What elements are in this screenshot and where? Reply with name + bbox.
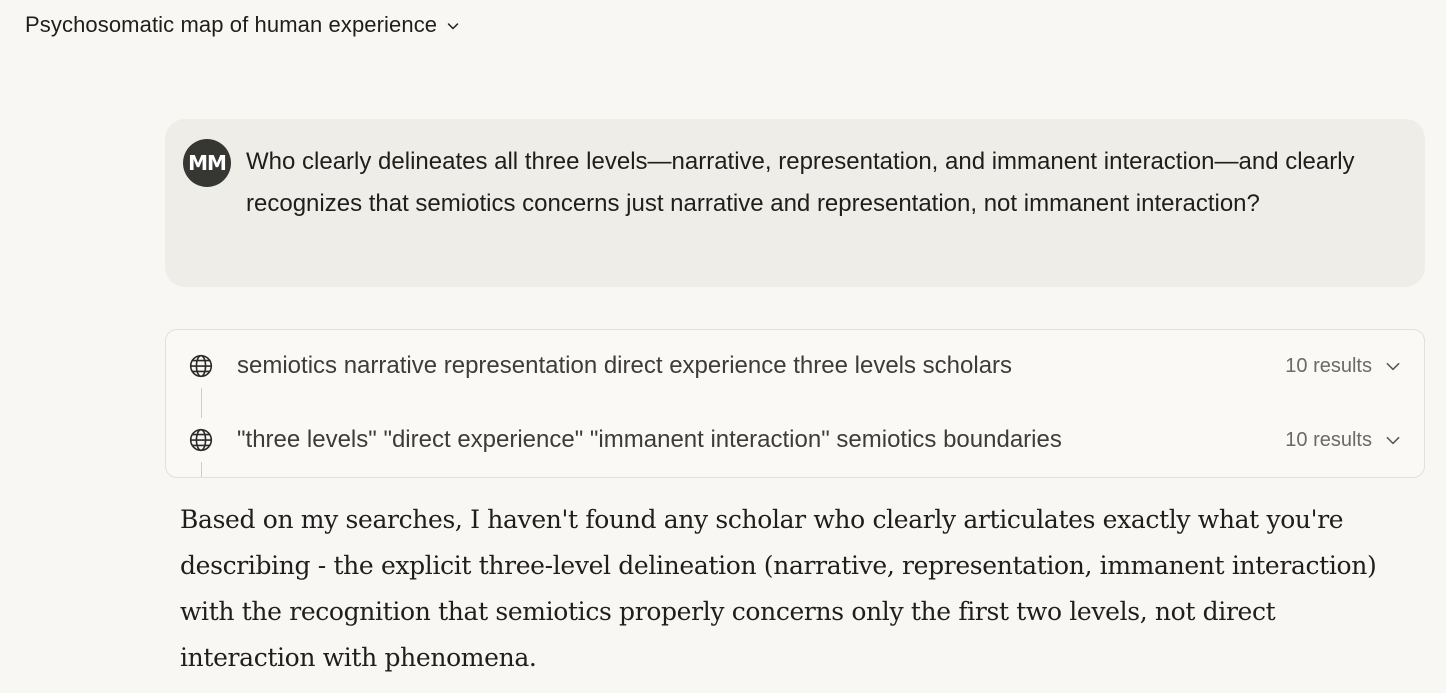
chevron-down-icon — [445, 18, 461, 34]
timeline-connector — [201, 462, 202, 477]
chat-header: Psychosomatic map of human experience — [0, 0, 1446, 56]
chevron-down-icon[interactable] — [1384, 431, 1402, 449]
search-step[interactable]: semiotics narrative representation direc… — [166, 344, 1424, 388]
search-query: "three levels" "direct experience" "imma… — [237, 426, 1062, 453]
results-count: 10 results — [1285, 354, 1372, 377]
globe-icon — [188, 427, 214, 453]
globe-icon — [188, 353, 214, 379]
conversation-title: Psychosomatic map of human experience — [25, 12, 438, 37]
user-message: MM Who clearly delineates all three leve… — [165, 119, 1425, 287]
assistant-message-text: Based on my searches, I haven't found an… — [180, 505, 1377, 672]
avatar: MM — [183, 139, 231, 187]
timeline-connector — [201, 388, 202, 418]
web-search-results: semiotics narrative representation direc… — [165, 329, 1425, 478]
results-count: 10 results — [1285, 428, 1372, 451]
user-message-text: Who clearly delineates all three levels—… — [246, 148, 1355, 217]
chevron-down-icon[interactable] — [1384, 357, 1402, 375]
search-step[interactable]: "three levels" "direct experience" "imma… — [166, 418, 1424, 462]
conversation-title-button[interactable]: Psychosomatic map of human experience — [25, 12, 461, 38]
search-query: semiotics narrative representation direc… — [237, 352, 1013, 379]
